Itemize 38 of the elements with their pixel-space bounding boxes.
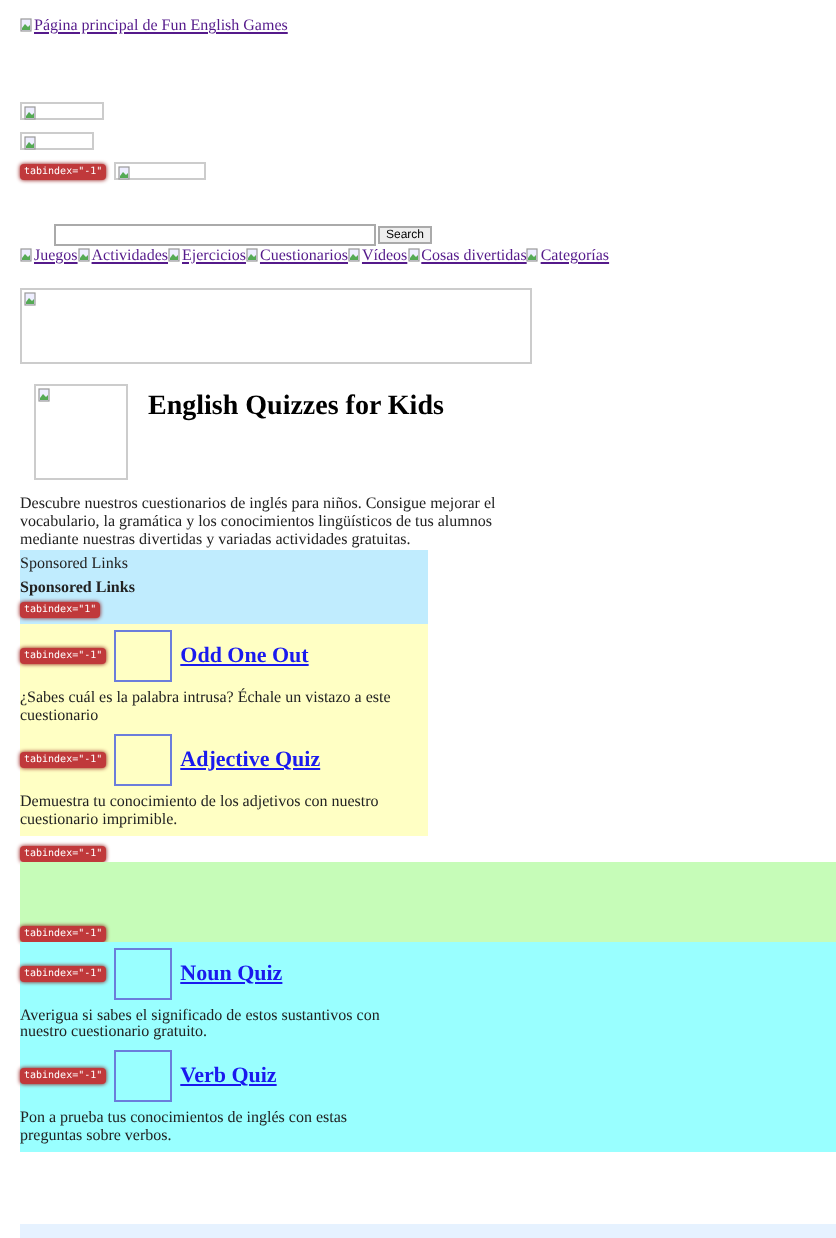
intro-paragraph: Descubre nuestros cuestionarios de inglés para niños. Consigue mejorar el vocabulario, la gramática y los conocimientos lingüísticos de tus alumnos mediante nuestras divertidas y variadas actividades gratuitas. xyxy=(20,496,498,549)
broken-image-icon xyxy=(24,292,36,306)
broken-image-icon xyxy=(24,106,36,120)
broken-image-icon xyxy=(24,136,36,150)
nav-link[interactable]: Vídeos xyxy=(347,246,408,264)
broken-image-icon xyxy=(245,248,258,262)
broken-image-icon xyxy=(168,248,180,262)
image-placeholder[interactable] xyxy=(114,733,173,786)
quiz-title-link[interactable]: Noun Quiz xyxy=(180,961,283,986)
broken-image-icon xyxy=(20,248,32,262)
broken-image-icon xyxy=(77,248,90,262)
quiz-description: Pon a prueba tus conocimientos de inglés con estas preguntas sobre verbos. xyxy=(20,1110,350,1146)
nav-link[interactable]: Categorías xyxy=(526,246,610,264)
broken-image-icon xyxy=(118,166,131,180)
sponsored-heading: Sponsored Links xyxy=(20,578,137,597)
quiz-description: Demuestra tu conocimiento de los adjetivos con nuestro cuestionario imprimible. xyxy=(20,793,381,830)
home-link[interactable]: Página principal de Fun English Games xyxy=(20,16,816,34)
page-heading: English Quizzes for Kids xyxy=(148,392,444,424)
nav-link[interactable]: Juegos xyxy=(20,246,78,264)
image-placeholder[interactable] xyxy=(114,947,173,1000)
broken-image-icon xyxy=(347,248,360,262)
search-field[interactable] xyxy=(54,224,376,246)
quiz-title-link[interactable]: Adjective Quiz xyxy=(180,747,321,772)
quiz-title-link[interactable]: Verb Quiz xyxy=(180,1064,277,1089)
quiz-title-link[interactable]: Odd One Out xyxy=(180,644,309,669)
broken-image-icon xyxy=(38,388,50,402)
image-placeholder[interactable] xyxy=(114,630,173,683)
broken-image-icon xyxy=(407,248,420,262)
sponsored-label: Sponsored Links xyxy=(20,554,130,573)
nav-link[interactable]: Cuestionarios xyxy=(245,246,348,264)
quiz-description: ¿Sabes cuál es la palabra intrusa? Échale un vistazo a este cuestionario xyxy=(20,690,393,726)
nav-link[interactable]: Ejercicios xyxy=(168,246,246,264)
image-placeholder[interactable] xyxy=(114,1050,173,1103)
nav-link[interactable]: Actividades xyxy=(77,246,168,264)
broken-image-icon xyxy=(20,18,32,32)
broken-image-icon xyxy=(526,248,539,262)
nav-link[interactable]: Cosas divertidas xyxy=(407,246,527,264)
quiz-description: Averigua si sabes el significado de estos sustantivos con nuestro cuestionario gratuito. xyxy=(20,1007,382,1043)
